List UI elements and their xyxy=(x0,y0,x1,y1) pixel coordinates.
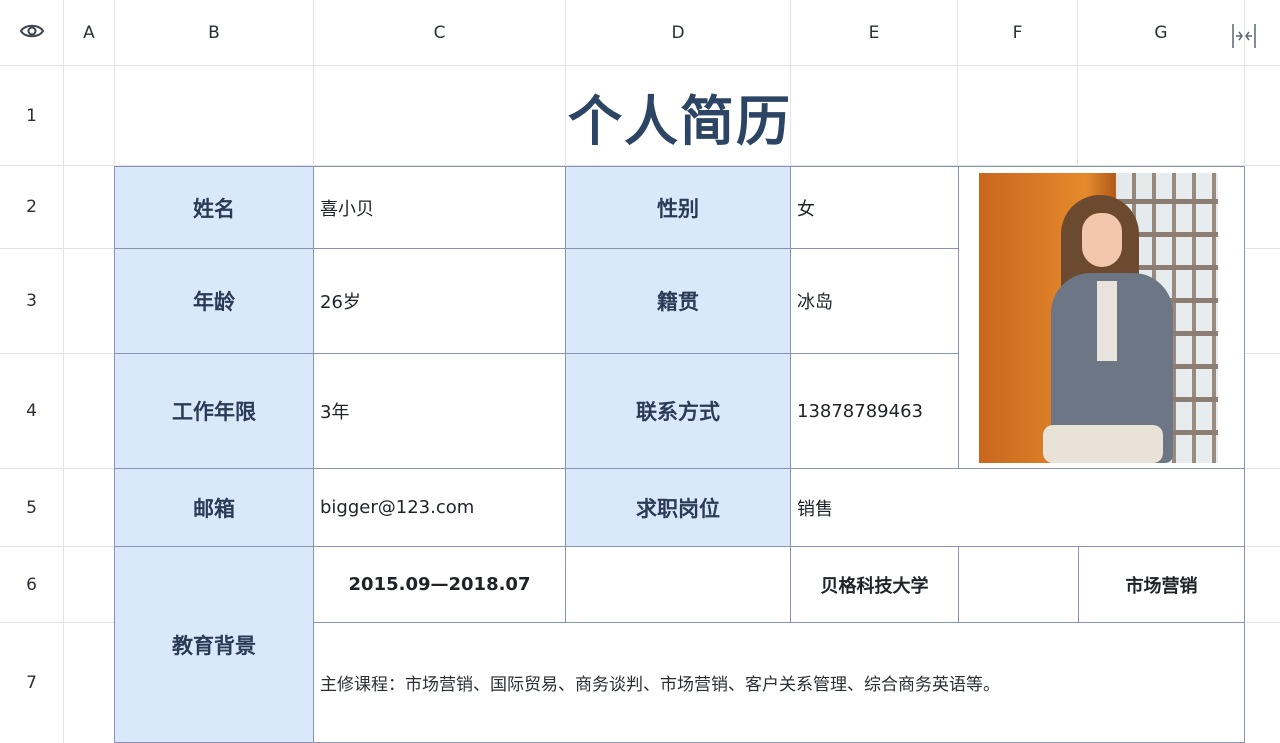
resume-title[interactable]: 个人简历 xyxy=(115,66,1245,166)
education-empty-cell-d[interactable] xyxy=(565,546,791,623)
education-major-cell[interactable]: 市场营销 xyxy=(1078,546,1245,623)
contact-value-cell[interactable]: 13878789463 xyxy=(790,353,959,469)
column-header-g[interactable]: G xyxy=(1078,0,1244,65)
header-corner xyxy=(0,0,64,66)
name-label-cell[interactable]: 姓名 xyxy=(114,166,314,249)
experience-label-cell[interactable]: 工作年限 xyxy=(114,353,314,469)
name-value-cell[interactable]: 喜小贝 xyxy=(313,166,566,249)
photo-cell[interactable] xyxy=(958,166,1245,469)
education-empty-cell-f[interactable] xyxy=(958,546,1079,623)
column-header-c[interactable]: C xyxy=(314,0,565,65)
row-header-1[interactable]: 1 xyxy=(0,66,63,165)
origin-value-cell[interactable]: 冰岛 xyxy=(790,248,959,354)
email-label-cell[interactable]: 邮箱 xyxy=(114,468,314,547)
contact-label-cell[interactable]: 联系方式 xyxy=(565,353,791,469)
education-courses-cell[interactable]: 主修课程：市场营销、国际贸易、商务谈判、市场营销、客户关系管理、综合商务英语等。 xyxy=(313,622,1245,743)
position-label-cell[interactable]: 求职岗位 xyxy=(565,468,791,547)
origin-label-cell[interactable]: 籍贯 xyxy=(565,248,791,354)
position-value-cell[interactable]: 销售 xyxy=(790,468,1245,547)
row-header-7[interactable]: 7 xyxy=(0,623,63,743)
experience-value-cell[interactable]: 3年 xyxy=(313,353,566,469)
row-header-4[interactable]: 4 xyxy=(0,354,63,468)
column-header-d[interactable]: D xyxy=(566,0,790,65)
row-header-6[interactable]: 6 xyxy=(0,547,63,622)
eye-icon[interactable] xyxy=(19,22,45,44)
education-period-cell[interactable]: 2015.09—2018.07 xyxy=(313,546,566,623)
profile-photo xyxy=(979,173,1218,463)
education-school-cell[interactable]: 贝格科技大学 xyxy=(790,546,959,623)
row-header-3[interactable]: 3 xyxy=(0,249,63,353)
age-label-cell[interactable]: 年龄 xyxy=(114,248,314,354)
collapse-columns-icon[interactable] xyxy=(1228,20,1260,52)
row-header-2[interactable]: 2 xyxy=(0,166,63,248)
column-header-a[interactable]: A xyxy=(64,0,114,65)
column-header-e[interactable]: E xyxy=(791,0,957,65)
gender-value-cell[interactable]: 女 xyxy=(790,166,959,249)
gender-label-cell[interactable]: 性别 xyxy=(565,166,791,249)
age-value-cell[interactable]: 26岁 xyxy=(313,248,566,354)
education-label-cell[interactable]: 教育背景 xyxy=(114,546,314,743)
email-value-cell[interactable]: bigger@123.com xyxy=(313,468,566,547)
row-header-5[interactable]: 5 xyxy=(0,469,63,546)
column-header-f[interactable]: F xyxy=(958,0,1077,65)
column-header-b[interactable]: B xyxy=(115,0,313,65)
